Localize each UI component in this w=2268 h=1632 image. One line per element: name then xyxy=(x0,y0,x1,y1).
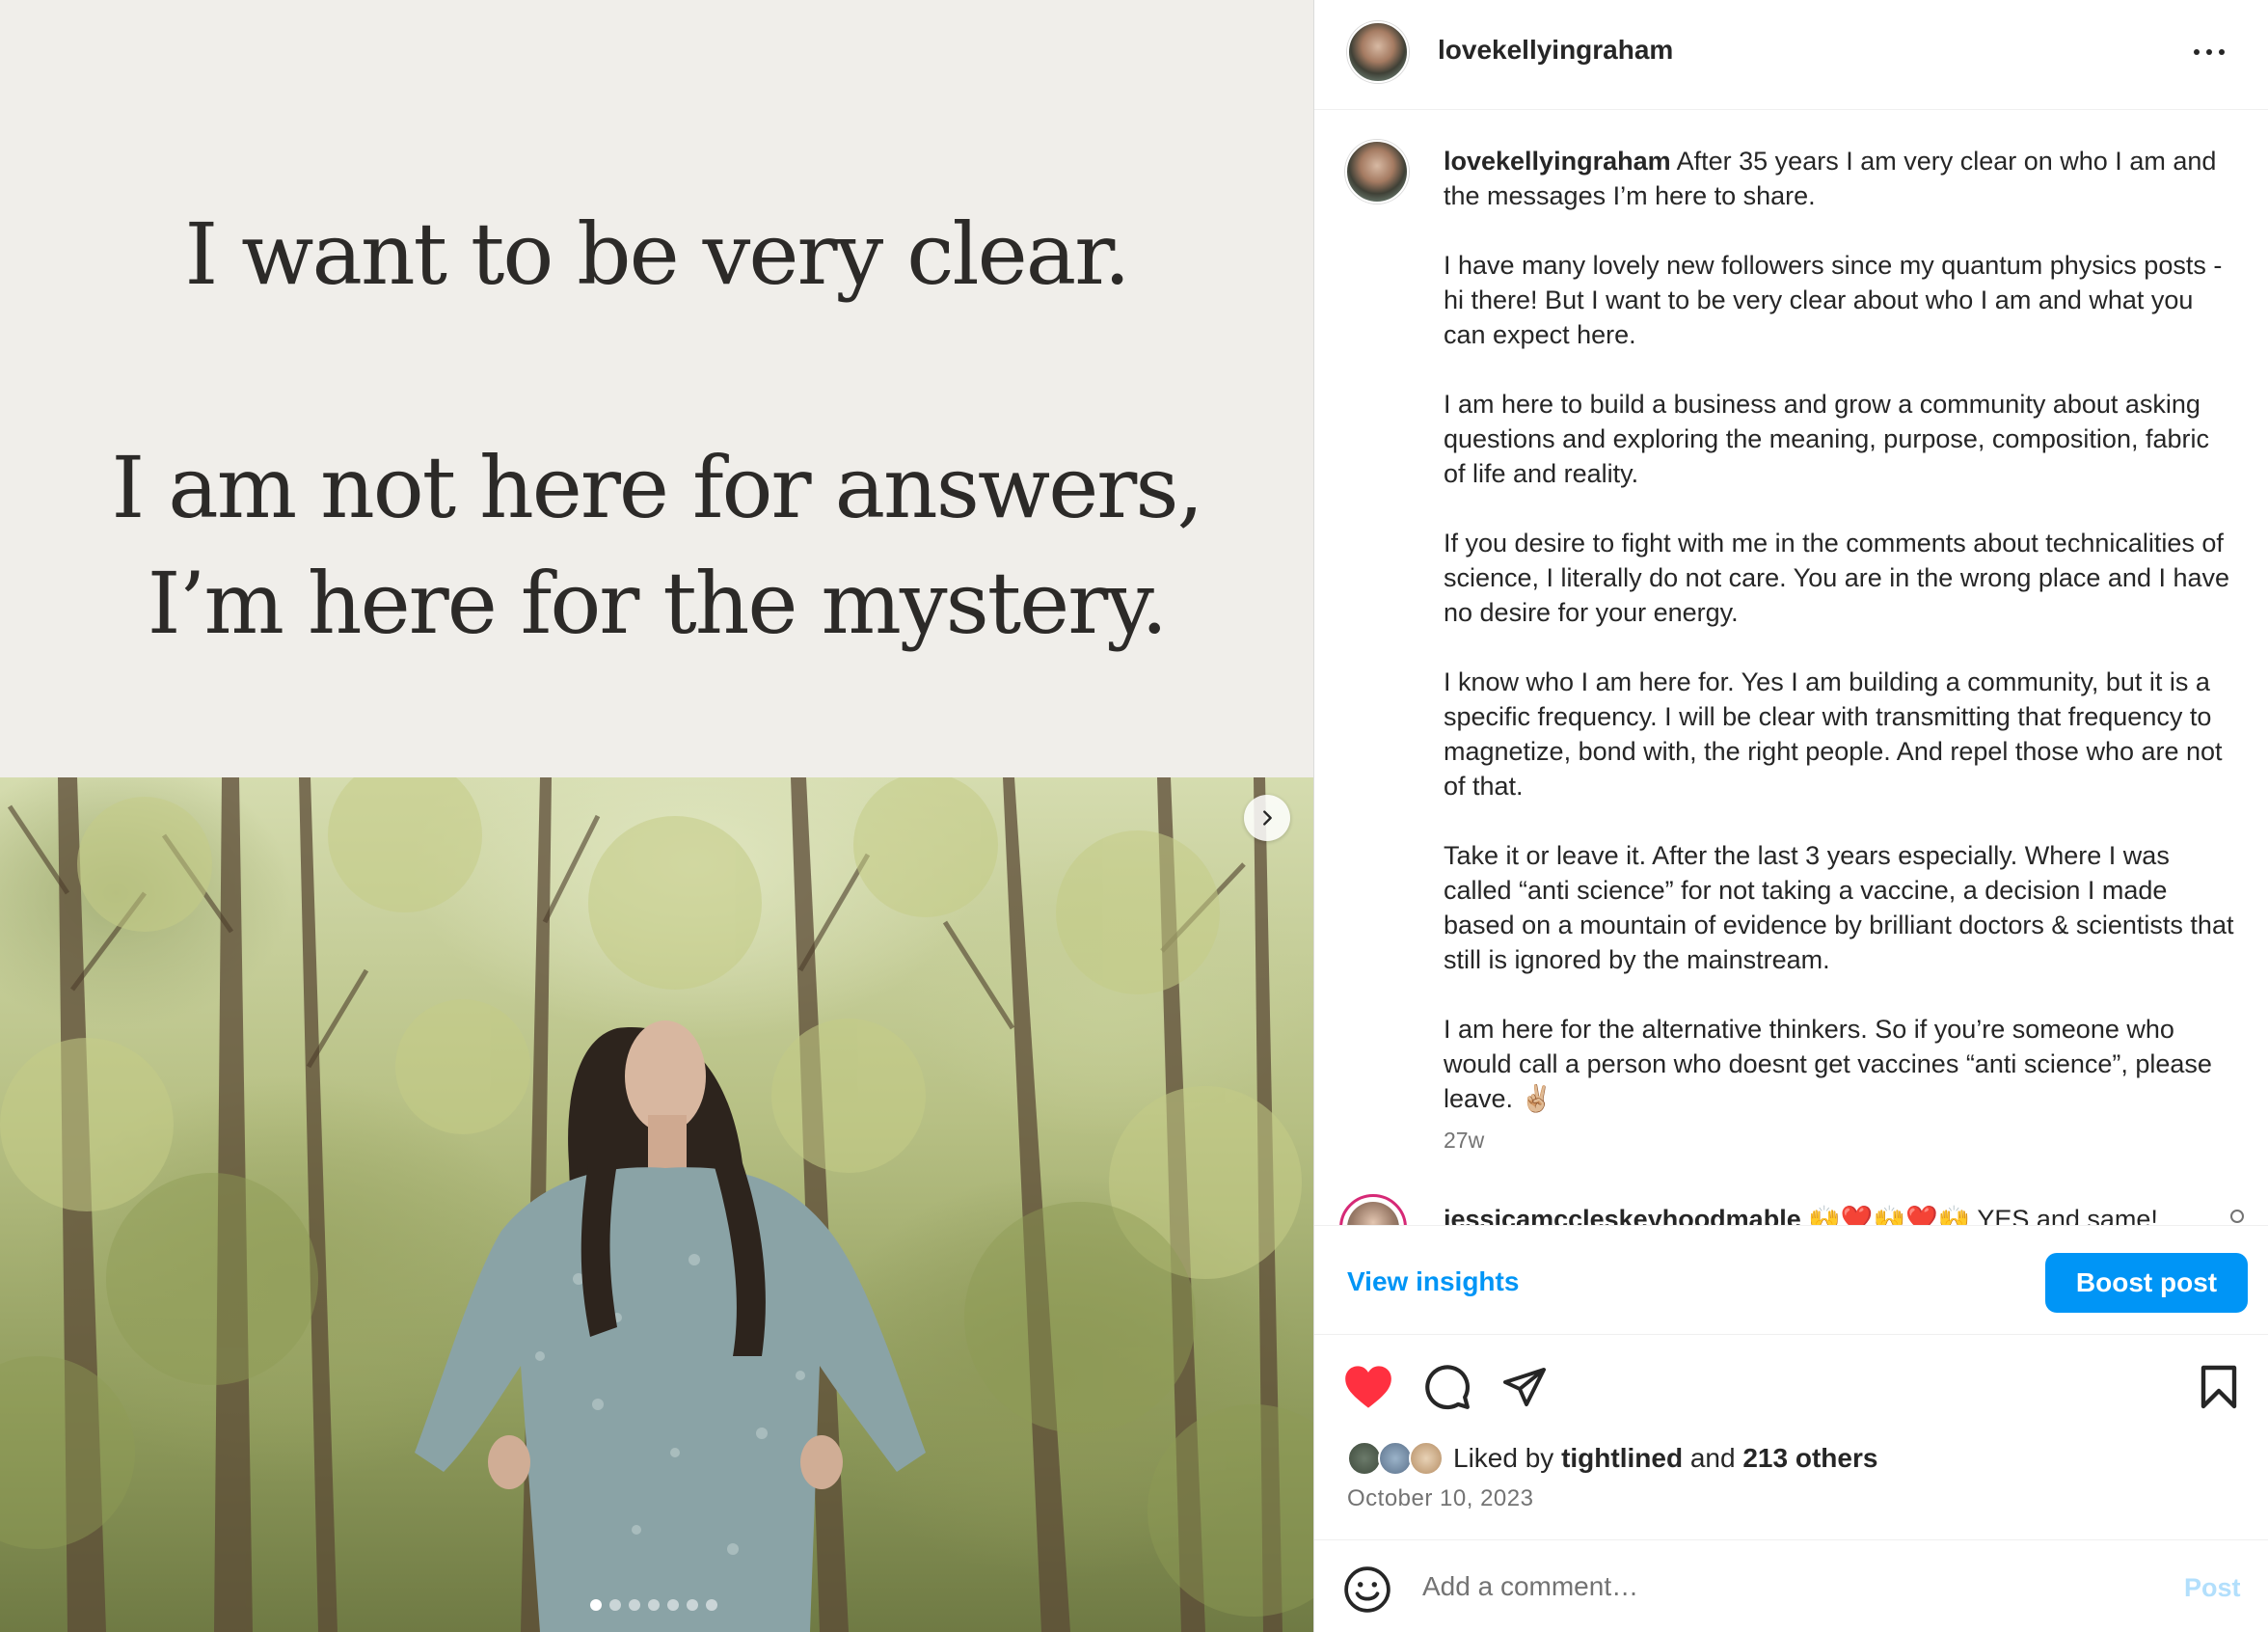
carousel-dot xyxy=(629,1599,640,1611)
carousel-dot xyxy=(706,1599,717,1611)
comment-button[interactable] xyxy=(1418,1358,1476,1416)
comment-input[interactable] xyxy=(1422,1562,2117,1612)
carousel-dot xyxy=(648,1599,660,1611)
liked-by-others[interactable]: 213 others xyxy=(1742,1443,1877,1474)
quote-line: I’m here for the mystery. xyxy=(147,554,1169,653)
caption-username[interactable]: lovekellyingraham xyxy=(1444,147,1671,176)
more-options-icon[interactable] xyxy=(2186,39,2232,66)
liker-avatars[interactable] xyxy=(1347,1439,1447,1478)
bookmark-icon xyxy=(2200,1365,2237,1409)
post-comment-button[interactable]: Post xyxy=(2184,1573,2241,1603)
likes-summary: Liked by tightlined and 213 others xyxy=(1347,1437,1877,1480)
quote-line: I want to be very clear. xyxy=(184,204,1130,304)
heart-filled-icon xyxy=(1345,1366,1391,1408)
comment-bubble-icon xyxy=(1425,1365,1470,1410)
chevron-right-icon xyxy=(1263,810,1272,826)
carousel-dot xyxy=(609,1599,621,1611)
header-username[interactable]: lovekellyingraham xyxy=(1438,35,1673,66)
avatar[interactable] xyxy=(1347,21,1409,83)
like-button[interactable] xyxy=(1339,1358,1397,1416)
caption-avatar[interactable] xyxy=(1345,140,1409,204)
caption-text: After 35 years I am very clear on who I … xyxy=(1444,147,2234,1113)
post-actions xyxy=(1314,1350,2268,1424)
liked-by-and: and xyxy=(1683,1443,1743,1473)
quote-card: I want to be very clear. I am not here f… xyxy=(0,0,1313,777)
carousel-dot xyxy=(687,1599,698,1611)
carousel-dot xyxy=(590,1599,602,1611)
liked-by-prefix: Liked by xyxy=(1453,1443,1562,1473)
emoji-picker-button[interactable] xyxy=(1343,1565,1391,1614)
dot xyxy=(2219,49,2225,55)
post-header: lovekellyingraham xyxy=(1314,0,2268,110)
post-photo-woman-in-forest xyxy=(0,777,1313,1632)
caption-scroll-area[interactable]: lovekellyingraham After 35 years I am ve… xyxy=(1314,111,2268,1225)
avatar xyxy=(1378,1441,1413,1476)
avatar xyxy=(1347,1441,1382,1476)
view-insights-link[interactable]: View insights xyxy=(1347,1266,1519,1297)
post-caption: lovekellyingraham After 35 years I am ve… xyxy=(1444,144,2234,1116)
owner-action-bar: View insights Boost post xyxy=(1314,1225,2268,1335)
comment-body: 🙌❤️🙌❤️🙌 YES and same! xyxy=(1800,1205,2158,1225)
smiley-icon xyxy=(1344,1566,1390,1613)
share-button[interactable] xyxy=(1496,1358,1553,1416)
next-slide-button[interactable] xyxy=(1244,795,1290,841)
quote-line: I am not here for answers, xyxy=(111,438,1204,537)
forest-scene-illustration xyxy=(0,777,1313,1632)
carousel-indicator xyxy=(590,1599,717,1611)
dot xyxy=(2206,49,2212,55)
caption-timestamp[interactable]: 27w xyxy=(1444,1128,1484,1154)
add-comment-bar: Post xyxy=(1314,1539,2268,1632)
first-comment-clip: jessicamccleskeyhoodmable 🙌❤️🙌❤️🙌 YES an… xyxy=(1314,1192,2268,1225)
comment-like-icon[interactable] xyxy=(2230,1210,2244,1223)
post-sidebar: lovekellyingraham lovekellyingraham Afte… xyxy=(1313,0,2268,1632)
avatar xyxy=(1409,1441,1444,1476)
paper-plane-icon xyxy=(1503,1368,1546,1406)
post-media: I want to be very clear. I am not here f… xyxy=(0,0,1313,1632)
dot xyxy=(2194,49,2200,55)
post-date[interactable]: October 10, 2023 xyxy=(1347,1485,1533,1512)
comment-username[interactable]: jessicamccleskeyhoodmable xyxy=(1444,1205,1801,1225)
carousel-dot xyxy=(667,1599,679,1611)
comment-text: jessicamccleskeyhoodmable 🙌❤️🙌❤️🙌 YES an… xyxy=(1444,1204,2158,1225)
boost-post-button[interactable]: Boost post xyxy=(2045,1253,2248,1313)
save-button[interactable] xyxy=(2190,1358,2248,1416)
liked-by-user[interactable]: tightlined xyxy=(1561,1443,1683,1474)
